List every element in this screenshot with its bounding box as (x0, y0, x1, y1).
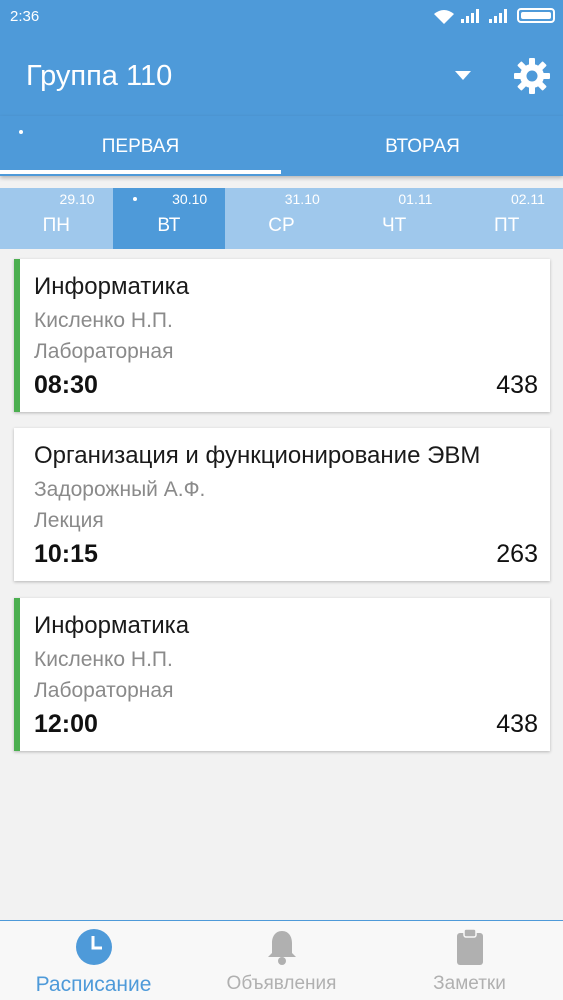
tab-first-week[interactable]: ПЕРВАЯ (0, 116, 281, 176)
day-date: 31.10 (284, 191, 320, 207)
day-date: 01.11 (398, 191, 433, 207)
nav-schedule[interactable]: Расписание (0, 921, 187, 1000)
today-dot-indicator (132, 197, 137, 201)
lesson-room: 438 (496, 710, 538, 738)
bottom-navigation: Расписание Объявления Заметки (0, 920, 563, 1000)
lesson-subject: Информатика (34, 612, 190, 639)
lesson-card[interactable]: Информатика Кисленко Н.П. Лабораторная 1… (14, 598, 550, 751)
nav-label: Заметки (433, 973, 506, 994)
nav-label: Расписание (35, 973, 152, 996)
lesson-card[interactable]: Информатика Кисленко Н.П. Лабораторная 0… (14, 259, 550, 412)
day-name: ПН (42, 215, 70, 236)
status-icons (433, 8, 555, 24)
day-tab-tue[interactable]: 30.10 ВТ (112, 188, 226, 249)
lesson-room: 263 (496, 540, 538, 568)
lab-accent-bar (14, 598, 20, 751)
lesson-time: 10:15 (34, 540, 98, 568)
day-selector: 29.10 ПН 30.10 ВТ 31.10 СР 01.11 ЧТ 02.1… (0, 188, 563, 249)
nav-notes[interactable]: Заметки (376, 921, 563, 1000)
day-tab-fri[interactable]: 02.11 ПТ (450, 188, 563, 249)
day-date: 02.11 (510, 191, 545, 207)
lesson-type: Лабораторная (34, 679, 174, 702)
clock-icon (74, 927, 114, 967)
gear-icon[interactable] (512, 56, 552, 96)
lesson-card[interactable]: Организация и функционирование ЭВМ Задор… (14, 428, 550, 581)
clipboard-icon (450, 927, 490, 967)
nav-announcements[interactable]: Объявления (188, 921, 375, 1000)
tab-second-week[interactable]: ВТОРАЯ (282, 116, 563, 176)
lesson-room: 438 (496, 371, 538, 399)
day-tab-thu[interactable]: 01.11 ЧТ (338, 188, 451, 249)
cell-signal-icon (461, 8, 481, 23)
day-tab-wed[interactable]: 31.10 СР (225, 188, 338, 249)
lesson-type: Лекция (34, 509, 104, 532)
day-name: ВТ (157, 215, 181, 236)
lesson-subject: Организация и функционирование ЭВМ (34, 442, 481, 469)
status-bar: 2:36 (0, 0, 563, 34)
lesson-time: 12:00 (34, 710, 98, 738)
dropdown-icon[interactable] (455, 71, 471, 80)
day-name: ЧТ (381, 215, 407, 236)
lesson-teacher: Задорожный А.Ф. (34, 478, 206, 501)
nav-label: Объявления (226, 973, 337, 994)
lesson-teacher: Кисленко Н.П. (34, 648, 173, 671)
day-name: СР (268, 215, 295, 236)
lesson-time: 08:30 (34, 371, 98, 399)
app-bar: Группа 110 (0, 34, 563, 116)
day-tab-mon[interactable]: 29.10 ПН (0, 188, 113, 249)
wifi-icon (433, 9, 454, 24)
day-date: 30.10 (172, 191, 208, 207)
day-name: ПТ (494, 215, 520, 236)
tab-selected-indicator (0, 170, 281, 174)
cell-signal-icon (489, 8, 509, 23)
group-title[interactable]: Группа 110 (26, 60, 172, 93)
day-date: 29.10 (59, 191, 95, 207)
lesson-type: Лабораторная (34, 340, 174, 363)
battery-icon (517, 8, 555, 23)
lab-accent-bar (14, 259, 20, 412)
lesson-teacher: Кисленко Н.П. (34, 309, 173, 332)
lesson-subject: Информатика (34, 273, 190, 300)
bell-icon (262, 927, 302, 967)
week-tabs: ПЕРВАЯ ВТОРАЯ (0, 116, 563, 176)
status-time: 2:36 (10, 8, 40, 25)
